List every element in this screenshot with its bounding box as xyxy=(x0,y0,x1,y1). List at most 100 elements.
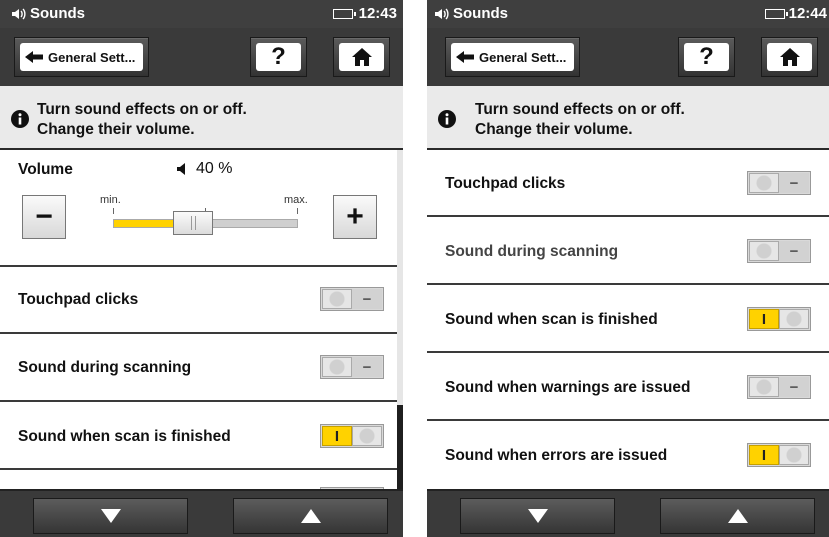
home-button[interactable] xyxy=(333,37,390,77)
sound-during-scanning-toggle[interactable]: − xyxy=(320,355,384,379)
list-scrollbar-thumb[interactable] xyxy=(397,405,403,489)
sounds-screen-left: Sounds 12:43 General Sett... ? Turn soun… xyxy=(0,0,403,537)
help-icon: ? xyxy=(684,43,729,71)
sound-during-scanning-row: Sound during scanning − xyxy=(427,217,829,285)
toggle-off-glyph: − xyxy=(779,173,809,193)
back-arrow-icon xyxy=(456,51,474,63)
speaker-waves-icon xyxy=(435,8,449,19)
status-bar: Sounds 12:44 xyxy=(427,0,829,28)
toggle-knob xyxy=(749,173,779,193)
touchpad-clicks-toggle[interactable]: − xyxy=(747,171,811,195)
scroll-up-button[interactable] xyxy=(660,498,815,534)
row-label: Touchpad clicks xyxy=(18,291,139,308)
status-app: Sounds xyxy=(10,5,85,22)
sound-when-warnings-issued-toggle[interactable]: − xyxy=(747,375,811,399)
toggle-off-glyph: − xyxy=(352,289,382,309)
triangle-down-icon xyxy=(100,509,121,523)
battery-icon xyxy=(765,9,788,19)
slider-max-label: max. xyxy=(284,194,308,206)
help-button[interactable]: ? xyxy=(678,37,735,77)
bottom-nav-bar xyxy=(0,489,403,537)
row-label: Sound during scanning xyxy=(445,243,619,260)
volume-label: Volume xyxy=(18,161,73,178)
status-time: 12:44 xyxy=(788,5,827,22)
scroll-up-button[interactable] xyxy=(233,498,388,534)
speaker-waves-icon xyxy=(12,8,26,19)
sounds-screen-right: Sounds 12:44 General Sett... ? Turn soun… xyxy=(427,0,829,537)
toggle-knob xyxy=(779,445,809,465)
sound-when-warnings-issued-row: Sound when warnings are issued − xyxy=(427,353,829,421)
sound-when-scan-finished-row: Sound when scan is finished I xyxy=(427,285,829,353)
toggle-knob xyxy=(749,377,779,397)
back-button-label: General Sett... xyxy=(48,49,136,65)
info-line-1: Turn sound effects on or off. xyxy=(475,101,685,118)
status-app-title: Sounds xyxy=(453,5,508,22)
sound-when-errors-issued-toggle[interactable]: I xyxy=(747,443,811,467)
status-bar: Sounds 12:43 xyxy=(0,0,403,28)
slider-min-label: min. xyxy=(100,194,121,206)
info-text: Turn sound effects on or off. Change the… xyxy=(475,100,685,140)
sound-during-scanning-row: Sound during scanning − xyxy=(0,334,397,402)
volume-row: Volume 40 % − min. max. + xyxy=(0,150,397,267)
battery-icon xyxy=(333,9,356,19)
row-label: Sound when warnings are issued xyxy=(445,379,691,396)
slider-max-tick xyxy=(297,208,298,214)
back-button[interactable]: General Sett... xyxy=(14,37,149,77)
row-label: Sound when scan is finished xyxy=(18,428,231,445)
nav-bar: General Sett... ? xyxy=(0,28,403,86)
info-banner: Turn sound effects on or off. Change the… xyxy=(0,86,403,150)
help-button[interactable]: ? xyxy=(250,37,307,77)
toggle-off-glyph: − xyxy=(779,377,809,397)
toggle-off-glyph: − xyxy=(779,241,809,261)
touchpad-clicks-row: Touchpad clicks − xyxy=(0,267,397,334)
status-time: 12:43 xyxy=(358,5,397,22)
volume-decrease-button[interactable]: − xyxy=(22,195,66,239)
toggle-knob xyxy=(779,309,809,329)
volume-slider-thumb[interactable] xyxy=(173,211,213,235)
triangle-up-icon xyxy=(727,509,748,523)
home-button[interactable] xyxy=(761,37,818,77)
touchpad-clicks-row: Touchpad clicks − xyxy=(427,150,829,217)
info-banner: Turn sound effects on or off. Change the… xyxy=(427,86,829,150)
row-label: Sound when errors are issued xyxy=(445,447,668,464)
info-icon xyxy=(11,110,29,128)
toggle-on-glyph: I xyxy=(322,426,352,446)
scroll-down-button[interactable] xyxy=(33,498,188,534)
triangle-down-icon xyxy=(527,509,548,523)
sound-when-scan-finished-toggle[interactable]: I xyxy=(320,424,384,448)
sound-when-scan-finished-toggle[interactable]: I xyxy=(747,307,811,331)
sound-during-scanning-toggle[interactable]: − xyxy=(747,239,811,263)
toggle-on-glyph: I xyxy=(749,445,779,465)
list-scrollbar[interactable] xyxy=(397,150,403,489)
row-label: Sound when scan is finished xyxy=(445,311,658,328)
back-button[interactable]: General Sett... xyxy=(445,37,580,77)
volume-value: 40 % xyxy=(176,160,232,178)
triangle-up-icon xyxy=(300,509,321,523)
scroll-down-button[interactable] xyxy=(460,498,615,534)
sound-when-errors-issued-row: Sound when errors are issued I xyxy=(427,421,829,489)
slider-min-tick xyxy=(113,208,114,214)
toggle-knob xyxy=(352,426,382,446)
toggle-on-glyph: I xyxy=(749,309,779,329)
back-button-label: General Sett... xyxy=(479,49,567,65)
info-line-1: Turn sound effects on or off. xyxy=(37,101,247,118)
toggle-knob xyxy=(322,357,352,377)
volume-increase-button[interactable]: + xyxy=(333,195,377,239)
home-icon xyxy=(351,48,372,66)
speaker-icon xyxy=(177,163,185,175)
touchpad-clicks-toggle[interactable]: − xyxy=(320,287,384,311)
status-app-title: Sounds xyxy=(30,5,85,22)
info-text: Turn sound effects on or off. Change the… xyxy=(37,100,247,140)
back-arrow-icon xyxy=(25,51,43,63)
volume-value-text: 40 % xyxy=(196,160,233,177)
status-app: Sounds xyxy=(433,5,508,22)
nav-bar: General Sett... ? xyxy=(427,28,829,86)
home-icon xyxy=(779,48,800,66)
row-label: Touchpad clicks xyxy=(445,175,566,192)
bottom-nav-bar xyxy=(427,489,829,537)
sound-when-scan-finished-row: Sound when scan is finished I xyxy=(0,402,397,470)
row-label: Sound during scanning xyxy=(18,359,192,376)
toggle-knob xyxy=(749,241,779,261)
info-icon xyxy=(438,110,456,128)
info-line-2: Change their volume. xyxy=(475,121,633,138)
